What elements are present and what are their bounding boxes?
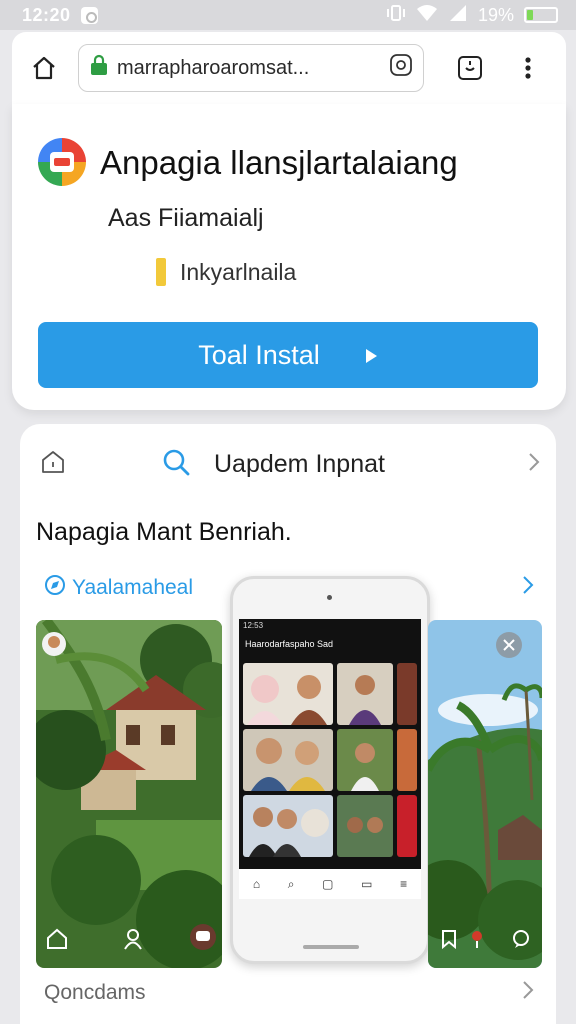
status-bar: 12:20 19%	[0, 0, 576, 30]
phone-photo-grid	[243, 663, 417, 863]
home-icon[interactable]	[26, 50, 62, 86]
photo-tile[interactable]	[337, 795, 393, 857]
photo-tile[interactable]	[337, 729, 393, 791]
app-subtitle: Aas Fiiamaialj	[108, 204, 264, 232]
chevron-right-icon[interactable]	[522, 980, 534, 1006]
photo-tile[interactable]	[397, 663, 417, 725]
close-icon[interactable]	[496, 632, 522, 658]
chevron-right-icon[interactable]	[522, 575, 534, 601]
updates-header[interactable]: Uapdem Inpnat	[40, 446, 540, 482]
app-install-card: Anpagia llansjlartalaiang Aas Fiiamaialj…	[12, 104, 566, 410]
photo-tile[interactable]	[397, 729, 417, 791]
url-text: marrapharoaromsat...	[117, 56, 310, 79]
screenshot-palm-landscape[interactable]	[428, 620, 542, 968]
phone-app-header: Haarodarfaspaho Sad	[245, 639, 334, 649]
menu-icon[interactable]: ≡	[400, 877, 407, 891]
screenshot-tropical-house[interactable]	[36, 620, 222, 968]
footer-label: Qoncdams	[44, 981, 146, 1004]
photo-tile[interactable]	[243, 729, 333, 791]
updates-title: Uapdem Inpnat	[214, 449, 385, 478]
signal-icon	[448, 4, 468, 27]
notification-icon	[80, 6, 98, 24]
app-title: Anpagia llansjlartalaiang	[100, 144, 458, 181]
tab-icon[interactable]	[389, 53, 413, 83]
updates-description: Napagia Mant Benriah.	[36, 518, 292, 546]
chevron-right-icon[interactable]	[528, 452, 540, 477]
add-icon[interactable]: ▢	[322, 877, 333, 891]
tag-label: Yaalamaheal	[72, 576, 194, 599]
screenshot-carousel[interactable]: 12:53 Haarodarfaspaho Sad ⌂ ⌕ ▢ ▭ ≡	[36, 576, 542, 972]
updates-card: Uapdem Inpnat Napagia Mant Benriah. Yaal…	[20, 424, 556, 1024]
install-button[interactable]: Toal Instal	[38, 322, 538, 388]
photo-tile[interactable]	[397, 795, 417, 857]
rating-bar-icon	[156, 258, 166, 286]
phone-status-time: 12:53	[243, 621, 264, 630]
lock-icon	[89, 54, 109, 82]
battery-percent: 19%	[477, 4, 514, 25]
phone-screen: 12:53 Haarodarfaspaho Sad ⌂ ⌕ ▢ ▭ ≡	[239, 619, 421, 899]
person-icon[interactable]	[120, 926, 146, 952]
home-outline-icon[interactable]	[44, 926, 70, 952]
browser-toolbar: marrapharoaromsat...	[12, 32, 566, 104]
battery-icon	[524, 7, 558, 23]
wifi-icon	[416, 4, 438, 27]
install-button-label: Toal Instal	[198, 339, 320, 370]
url-bar[interactable]: marrapharoaromsat...	[78, 44, 424, 92]
search-icon[interactable]: ⌕	[288, 877, 295, 892]
app-logo-icon	[36, 136, 88, 188]
phone-home-indicator	[303, 945, 359, 949]
home-icon[interactable]: ⌂	[253, 877, 260, 891]
photo-tile[interactable]	[243, 663, 333, 725]
compass-icon	[44, 574, 66, 602]
search-icon[interactable]	[162, 448, 190, 481]
photo-tile[interactable]	[243, 795, 333, 857]
app-rating: Inkyarlnaila	[156, 258, 296, 286]
phone-preview: 12:53 Haarodarfaspaho Sad ⌂ ⌕ ▢ ▭ ≡	[230, 576, 430, 964]
bookmark-icon[interactable]	[436, 926, 462, 952]
footer-link[interactable]: Qoncdams	[44, 980, 534, 1006]
overflow-menu-icon[interactable]	[510, 50, 546, 86]
pin-icon[interactable]	[464, 926, 490, 952]
play-icon	[364, 340, 378, 371]
status-time: 12:20	[22, 4, 71, 25]
chat-icon[interactable]: ▭	[361, 877, 372, 891]
camera-dot	[327, 595, 332, 600]
vibrate-icon	[386, 4, 406, 27]
photo-tile[interactable]	[337, 663, 393, 725]
rating-label: Inkyarlnaila	[180, 258, 297, 285]
phone-bottom-nav: ⌂ ⌕ ▢ ▭ ≡	[239, 869, 421, 899]
chat-icon[interactable]	[190, 924, 216, 950]
chat-bubble-icon[interactable]	[508, 926, 534, 952]
lock-outline-icon	[40, 449, 70, 480]
tabs-switcher-icon[interactable]	[452, 50, 488, 86]
